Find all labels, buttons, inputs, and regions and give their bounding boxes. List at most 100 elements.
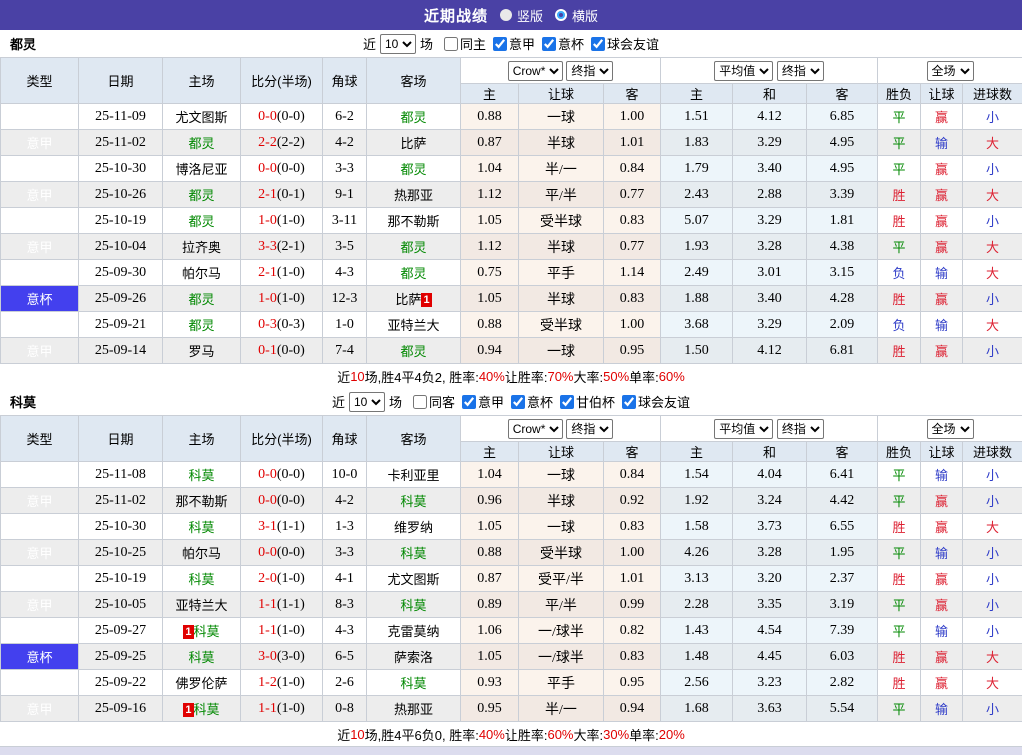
result-goals: 小 — [963, 462, 1022, 488]
away-team-name: 卡利亚里 — [387, 468, 439, 483]
scope-select[interactable]: 全场 — [927, 419, 974, 439]
fulltime-score: 1-1 — [258, 623, 277, 638]
checkbox-意杯[interactable] — [511, 395, 525, 409]
checkbox-同主[interactable] — [444, 37, 458, 51]
away-team-name: 那不勒斯 — [387, 214, 439, 229]
filter-check-意甲[interactable]: 意甲 — [462, 392, 504, 411]
radio-unselected-icon[interactable] — [555, 9, 567, 21]
league-cell: 意杯 — [1, 644, 79, 670]
filter-check-甘伯杯[interactable]: 甘伯杯 — [560, 392, 615, 411]
avg-away: 3.39 — [807, 182, 878, 208]
result-handicap: 赢 — [921, 670, 963, 696]
odds-handicap: 一球 — [519, 338, 604, 364]
scope-group-header: 全场 — [878, 58, 1022, 84]
checkbox-意甲[interactable] — [462, 395, 476, 409]
summary-segment: 单率: — [629, 367, 659, 386]
avg-away: 2.82 — [807, 670, 878, 696]
filter-check-意杯[interactable]: 意杯 — [511, 392, 553, 411]
radio-selected-icon[interactable] — [500, 9, 512, 21]
odds-home: 1.04 — [461, 462, 519, 488]
home-team-name: 博洛尼亚 — [175, 162, 227, 177]
radio-horizontal-layout[interactable]: 横版 — [555, 6, 598, 25]
odds-home: 1.12 — [461, 182, 519, 208]
league-cell: 意甲 — [1, 488, 79, 514]
result-outcome: 平 — [878, 592, 921, 618]
odds-stage-select[interactable]: 终指 — [566, 61, 613, 81]
fulltime-score: 0-0 — [258, 161, 277, 176]
match-row: 意甲25-10-19都灵1-0(1-0)3-11那不勒斯1.05受半球0.835… — [1, 208, 1022, 234]
result-handicap: 输 — [921, 312, 963, 338]
odds-away: 0.99 — [604, 592, 661, 618]
avg-stage-select[interactable]: 终指 — [777, 61, 824, 81]
filter-check-同主[interactable]: 同主 — [444, 34, 486, 53]
score-cell: 2-1(0-1) — [241, 182, 323, 208]
corner-cell: 0-8 — [323, 696, 367, 722]
col-date: 日期 — [79, 416, 163, 462]
avg-draw: 3.24 — [733, 488, 807, 514]
match-count-select[interactable]: 10 — [349, 392, 385, 412]
away-team-name: 热那亚 — [394, 188, 433, 203]
home-team-cell: 佛罗伦萨 — [163, 670, 241, 696]
result-handicap: 赢 — [921, 104, 963, 130]
avg-home: 1.93 — [661, 234, 733, 260]
summary-segment: 50% — [603, 369, 629, 384]
odds-provider-select[interactable]: Crow* — [508, 61, 563, 81]
avg-stage-select[interactable]: 终指 — [777, 419, 824, 439]
result-handicap: 输 — [921, 462, 963, 488]
scope-select[interactable]: 全场 — [927, 61, 974, 81]
corner-cell: 10-0 — [323, 462, 367, 488]
checkbox-球会友谊[interactable] — [622, 395, 636, 409]
col-type: 类型 — [1, 58, 79, 104]
avg-draw: 3.29 — [733, 208, 807, 234]
away-team-cell: 科莫 — [367, 540, 461, 566]
fulltime-score: 0-3 — [258, 317, 277, 332]
matches-table-como: 类型 日期 主场 比分(半场) 角球 客场 Crow* 终指 平均值 终指 全场… — [0, 415, 1022, 722]
radio-vertical-layout[interactable]: 竖版 — [500, 6, 543, 25]
avg-home: 1.48 — [661, 644, 733, 670]
result-outcome: 平 — [878, 540, 921, 566]
checkbox-同客[interactable] — [413, 395, 427, 409]
subcol-odds-handicap: 让球 — [519, 84, 604, 104]
home-team-cell: 科莫 — [163, 566, 241, 592]
filter-check-同客[interactable]: 同客 — [413, 392, 455, 411]
avg-home: 1.58 — [661, 514, 733, 540]
home-team-cell: 尤文图斯 — [163, 104, 241, 130]
filter-check-意杯[interactable]: 意杯 — [542, 34, 584, 53]
bottom-strip — [0, 746, 1022, 755]
odds-home: 1.05 — [461, 208, 519, 234]
result-goals: 小 — [963, 286, 1022, 312]
avg-type-select[interactable]: 平均值 — [714, 61, 773, 81]
filter-check-球会友谊[interactable]: 球会友谊 — [622, 392, 690, 411]
match-count-select[interactable]: 10 — [380, 34, 416, 54]
avg-type-select[interactable]: 平均值 — [714, 419, 773, 439]
odds-stage-select[interactable]: 终指 — [566, 419, 613, 439]
odds-handicap: 一/球半 — [519, 618, 604, 644]
date-cell: 25-09-16 — [79, 696, 163, 722]
checkbox-球会友谊[interactable] — [591, 37, 605, 51]
score-cell: 0-0(0-0) — [241, 104, 323, 130]
result-handicap: 赢 — [921, 644, 963, 670]
halftime-score: (0-3) — [277, 317, 305, 332]
checkbox-意甲[interactable] — [493, 37, 507, 51]
filter-check-意甲[interactable]: 意甲 — [493, 34, 535, 53]
halftime-score: (1-0) — [277, 291, 305, 306]
league-cell: 意甲 — [1, 566, 79, 592]
avg-group-header: 平均值 终指 — [661, 58, 878, 84]
odds-handicap: 受半球 — [519, 208, 604, 234]
result-handicap: 赢 — [921, 156, 963, 182]
halftime-score: (0-0) — [277, 467, 305, 482]
checkbox-甘伯杯[interactable] — [560, 395, 574, 409]
home-team-name: 罗马 — [188, 344, 214, 359]
filter-check-球会友谊[interactable]: 球会友谊 — [591, 34, 659, 53]
subcol-outcome: 胜负 — [878, 442, 921, 462]
scope-group-header: 全场 — [878, 416, 1022, 442]
checkbox-意杯[interactable] — [542, 37, 556, 51]
date-cell: 25-11-02 — [79, 130, 163, 156]
col-score: 比分(半场) — [241, 58, 323, 104]
result-handicap: 输 — [921, 618, 963, 644]
score-cell: 3-3(2-1) — [241, 234, 323, 260]
avg-draw: 3.63 — [733, 696, 807, 722]
result-goals: 小 — [963, 104, 1022, 130]
halftime-score: (0-0) — [277, 161, 305, 176]
odds-provider-select[interactable]: Crow* — [508, 419, 563, 439]
